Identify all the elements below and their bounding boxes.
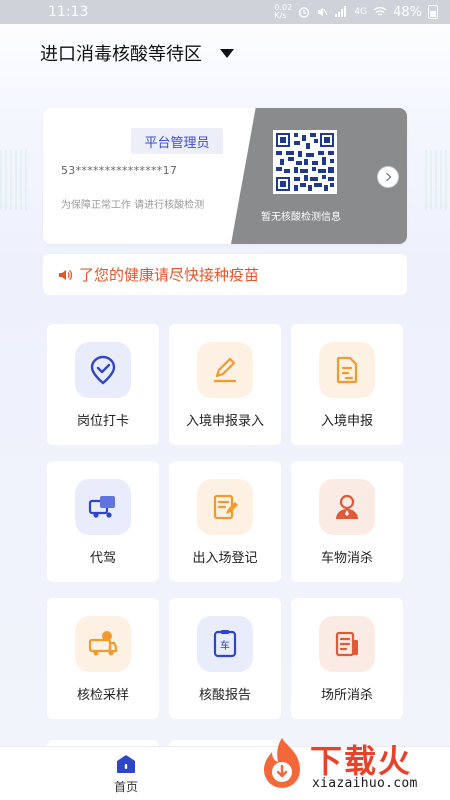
pencil-edit-icon	[213, 357, 237, 383]
notice-bar[interactable]: 了您的健康请尽快接种疫苗	[43, 254, 407, 295]
status-bar: 11:13 0.02 K/s 4G 48%	[0, 0, 450, 24]
site-document-icon	[335, 631, 358, 657]
menu-label: 核酸报告	[198, 688, 251, 703]
menu-label: 车物消杀	[320, 551, 373, 566]
function-menu-grid: 岗位打卡 入境申报录入 入境申报 代驾 出入场登记 车物消杀 核检采样 车 核酸…	[47, 324, 403, 719]
truck-icon	[88, 496, 115, 518]
location-check-icon	[90, 355, 116, 385]
menu-label: 岗位打卡	[76, 414, 129, 429]
menu-post-checkin[interactable]: 岗位打卡	[47, 324, 159, 445]
home-icon	[117, 755, 135, 773]
menu-label: 代驾	[89, 551, 116, 566]
speaker-icon	[59, 269, 73, 280]
watermark: 下载火 xiazaihuo.com	[254, 734, 444, 796]
menu-vehicle-disinfect[interactable]: 车物消杀	[291, 461, 403, 582]
menu-label: 入境申报	[320, 414, 373, 429]
id-number: 53***************17	[61, 164, 178, 177]
mute-icon	[318, 8, 328, 16]
document-icon	[336, 356, 358, 384]
flame-logo-icon	[264, 738, 300, 788]
menu-label: 核检采样	[76, 688, 129, 703]
menu-entry-exit-register[interactable]: 出入场登记	[169, 461, 281, 582]
user-health-card[interactable]: 平台管理员 53***************17 为保障正常工作 请进行核酸检…	[43, 108, 407, 244]
menu-site-disinfect[interactable]: 场所消杀	[291, 598, 403, 719]
nav-home-label: 首页	[113, 780, 138, 794]
register-form-icon	[213, 494, 238, 520]
network-type: 4G	[354, 7, 368, 17]
alarm-icon	[299, 7, 310, 18]
menu-nucleic-report[interactable]: 车 核酸报告	[169, 598, 281, 719]
battery-icon	[428, 5, 438, 19]
chevron-right-icon[interactable]	[377, 166, 399, 188]
watermark-url: xiazaihuo.com	[312, 776, 418, 791]
triangle-down-icon[interactable]	[220, 48, 234, 58]
signal-icon	[335, 6, 347, 17]
test-hint: 为保障正常工作 请进行核酸检测	[61, 200, 205, 211]
battery-percent: 48%	[393, 4, 422, 20]
worker-icon	[336, 494, 358, 519]
role-badge: 平台管理员	[131, 128, 223, 154]
menu-label: 出入场登记	[192, 551, 258, 566]
menu-sample-collection[interactable]: 核检采样	[47, 598, 159, 719]
menu-entry-declare-input[interactable]: 入境申报录入	[169, 324, 281, 445]
wifi-icon	[373, 7, 387, 16]
status-time: 11:13	[48, 4, 89, 20]
menu-label: 入境申报录入	[185, 414, 264, 429]
menu-driving-service[interactable]: 代驾	[47, 461, 159, 582]
nav-home[interactable]: 首页	[106, 753, 146, 795]
decor-stripes-right	[422, 150, 450, 210]
qr-code-icon[interactable]	[273, 130, 337, 194]
qr-status: 暂无核酸检测信息	[261, 212, 341, 223]
svg-text:车: 车	[220, 639, 230, 652]
network-speed: 0.02 K/s	[274, 3, 293, 20]
decor-stripes-left	[0, 150, 28, 210]
menu-entry-declare[interactable]: 入境申报	[291, 324, 403, 445]
notice-text: 了您的健康请尽快接种疫苗	[79, 266, 260, 284]
location-title: 进口消毒核酸等待区	[40, 44, 202, 65]
location-selector[interactable]: 进口消毒核酸等待区	[40, 40, 234, 66]
menu-label: 场所消杀	[320, 688, 373, 703]
vehicle-report-icon: 车	[213, 630, 237, 658]
sample-truck-icon	[88, 631, 118, 656]
